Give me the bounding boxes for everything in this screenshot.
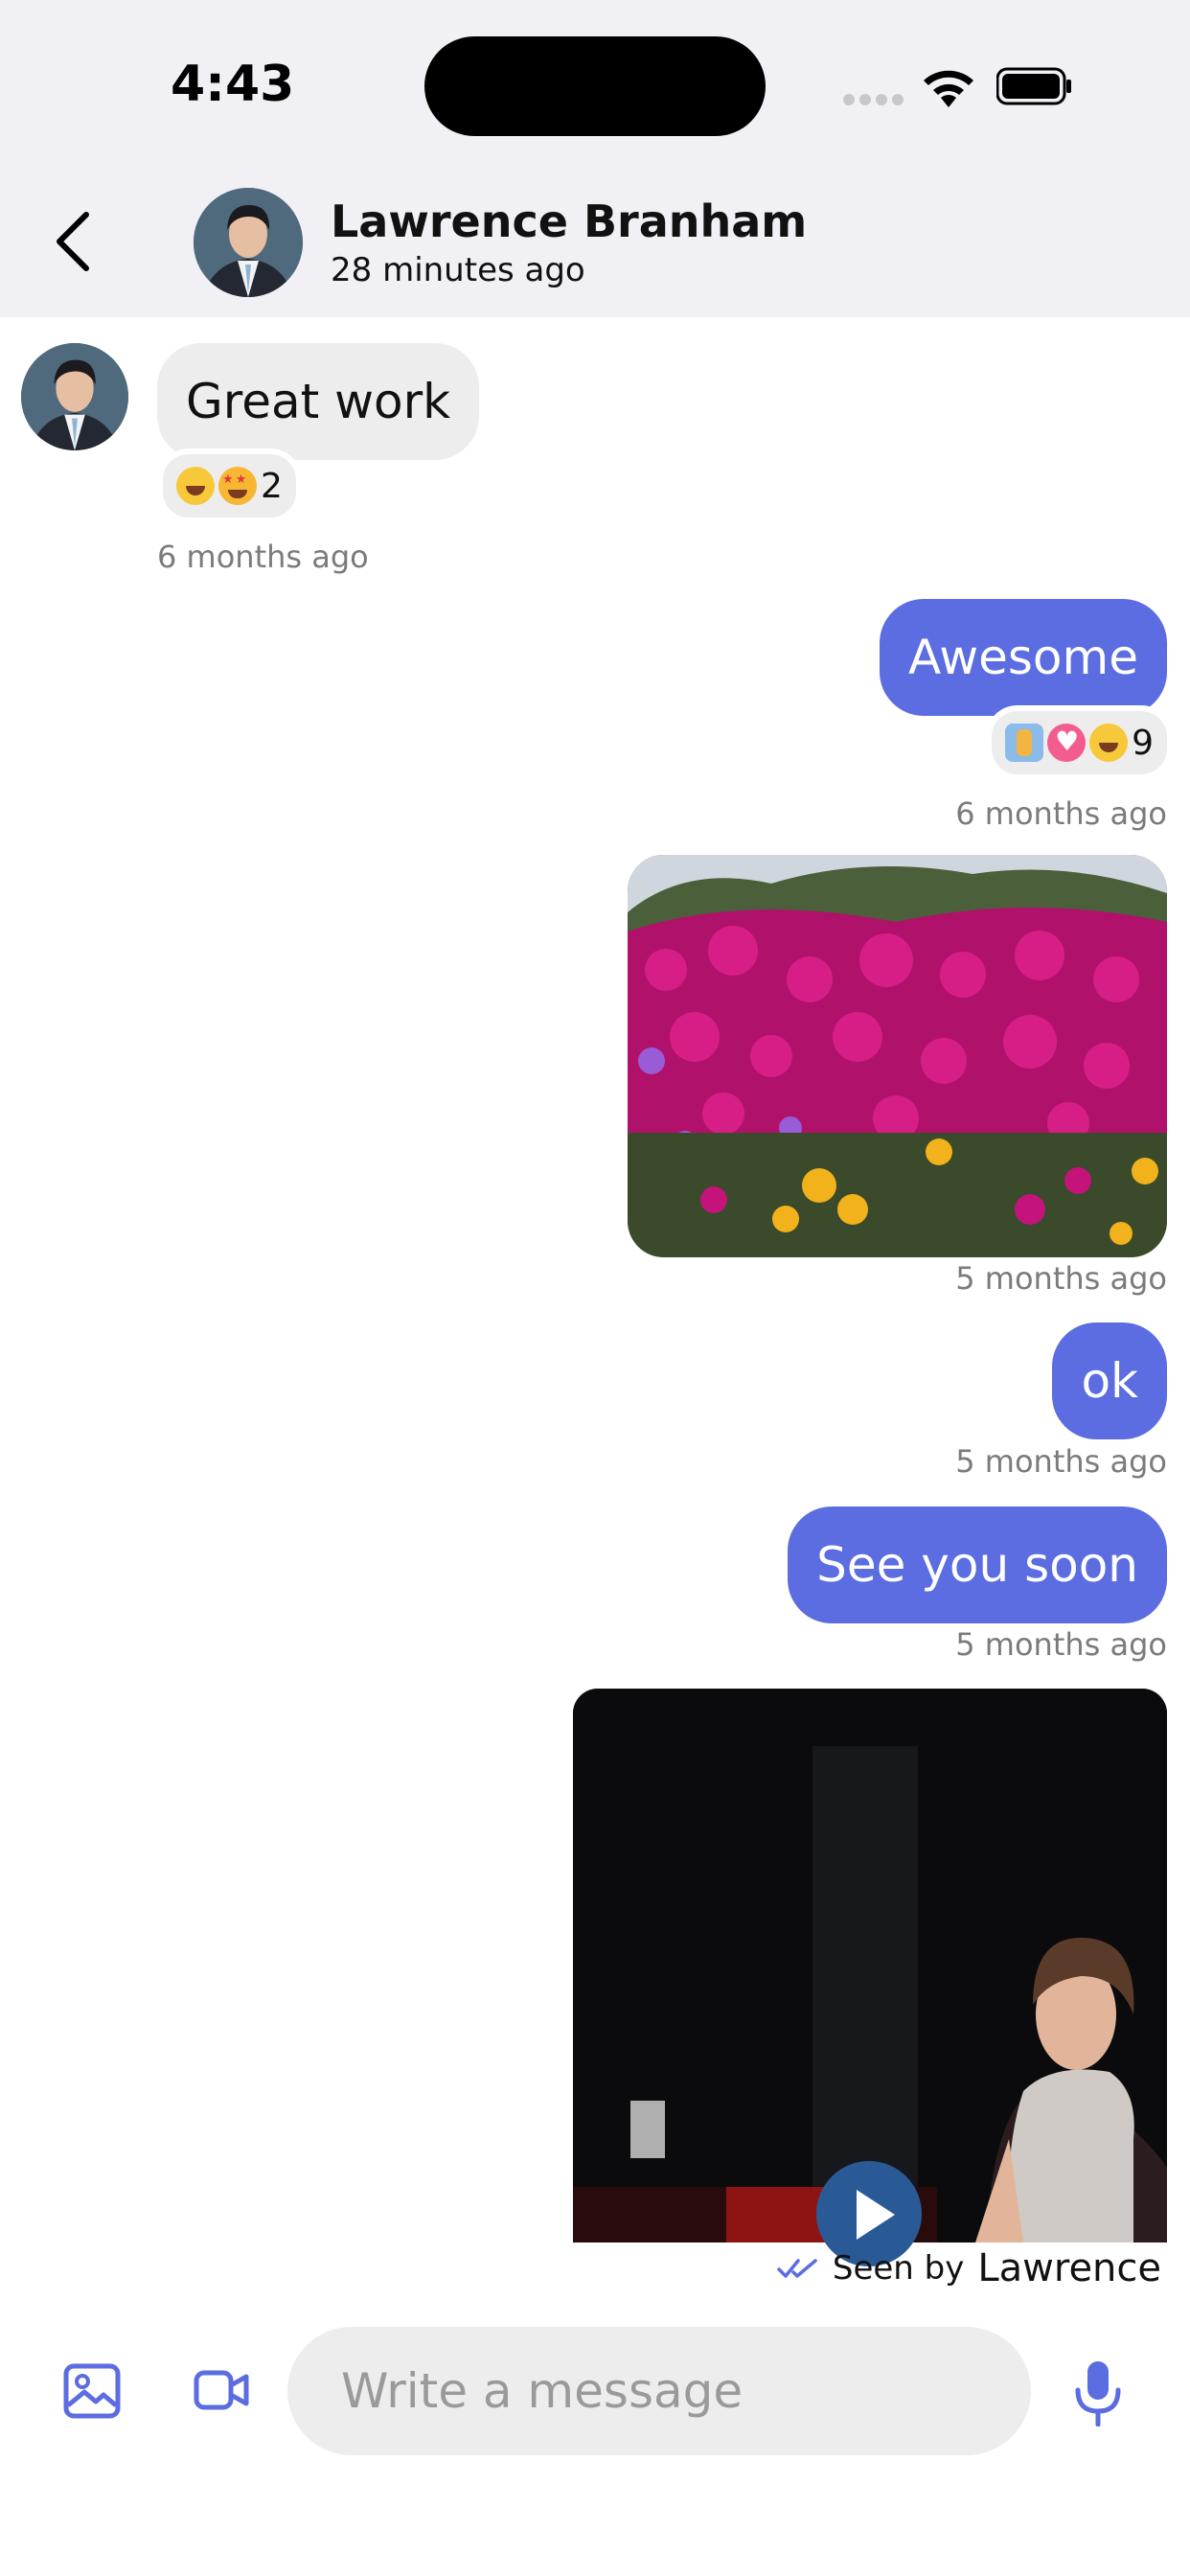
outgoing-message-bubble[interactable]: See you soon	[788, 1506, 1167, 1623]
cellular-signal-icon	[843, 94, 904, 105]
battery-icon	[996, 67, 1071, 105]
flower-field-photo	[628, 855, 1167, 1257]
outgoing-message-bubble[interactable]: ok	[1052, 1322, 1167, 1439]
message-timestamp: 6 months ago	[157, 539, 369, 575]
message-input[interactable]	[287, 2327, 1031, 2455]
laughing-face-icon	[176, 467, 215, 505]
reaction-count: 2	[261, 466, 283, 506]
video-message[interactable]	[573, 1689, 1167, 2242]
star-struck-face-icon	[218, 467, 257, 505]
sender-avatar[interactable]	[21, 343, 128, 450]
video-attach-icon[interactable]	[194, 2369, 249, 2411]
reaction-count: 9	[1132, 723, 1154, 763]
clapping-hands-icon	[1005, 724, 1044, 762]
incoming-message-bubble[interactable]: Great work	[157, 343, 480, 460]
message-timestamp: 5 months ago	[955, 1443, 1167, 1480]
wifi-icon	[924, 70, 973, 107]
last-active-status: 28 minutes ago	[331, 251, 585, 289]
status-time: 4:43	[171, 56, 295, 113]
double-check-icon	[777, 2259, 817, 2278]
avatar-portrait-image	[194, 188, 303, 297]
seen-by-name: Lawrence	[977, 2246, 1161, 2290]
message-reactions[interactable]: 9	[986, 705, 1173, 780]
image-message[interactable]	[628, 855, 1167, 1257]
message-reactions[interactable]: 2	[157, 448, 302, 523]
back-chevron-icon[interactable]	[54, 211, 92, 272]
header-avatar[interactable]	[194, 188, 303, 297]
dynamic-island	[424, 36, 766, 136]
laughing-face-icon	[1089, 724, 1129, 762]
seen-indicator: Seen by Lawrence	[777, 2246, 1161, 2290]
outgoing-message-bubble[interactable]: Awesome	[880, 599, 1167, 716]
heart-icon	[1047, 724, 1087, 762]
avatar-portrait-image	[21, 343, 128, 450]
seen-by-label: Seen by	[832, 2249, 965, 2288]
microphone-icon[interactable]	[1073, 2359, 1123, 2426]
message-timestamp: 5 months ago	[955, 1260, 1167, 1297]
message-timestamp: 5 months ago	[955, 1626, 1167, 1663]
message-timestamp: 6 months ago	[955, 795, 1167, 832]
image-attach-icon[interactable]	[63, 2363, 121, 2419]
contact-name[interactable]: Lawrence Branham	[331, 196, 807, 247]
video-thumbnail	[573, 1689, 1167, 2242]
